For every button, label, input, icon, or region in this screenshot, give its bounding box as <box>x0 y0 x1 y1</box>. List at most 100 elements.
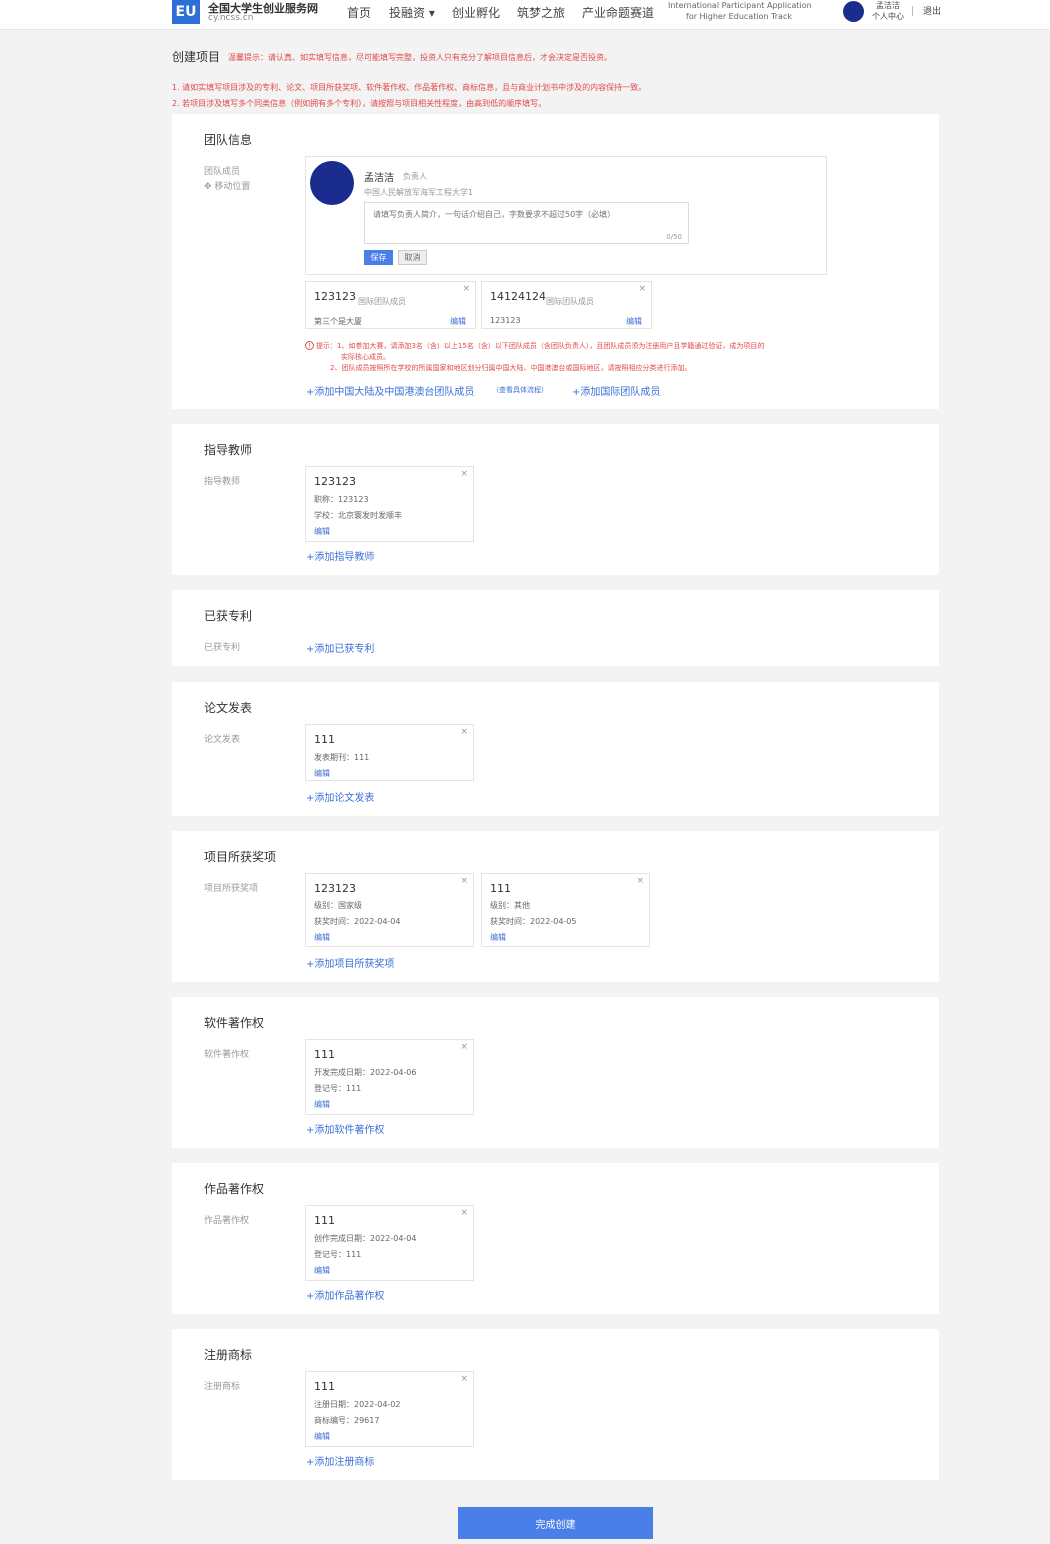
page-title: 创建项目 <box>172 50 221 64</box>
edit-link[interactable]: 编辑 <box>626 316 642 327</box>
software-card: × 111 开发完成日期：2022-04-06 登记号：111 编辑 <box>305 1039 474 1115</box>
software-copyright-section: 软件著作权 软件著作权 × 111 开发完成日期：2022-04-06 登记号：… <box>172 997 939 1148</box>
section-title: 注册商标 <box>204 1348 253 1362</box>
close-icon[interactable]: × <box>636 876 644 886</box>
intro-note-1: 1. 请如实填写项目涉及的专利、论文、项目所获奖项、软件著作权、作品著作权、商标… <box>172 83 647 92</box>
add-works-link[interactable]: +添加作品著作权 <box>306 1287 384 1302</box>
close-icon[interactable]: × <box>460 1042 468 1052</box>
close-icon[interactable]: × <box>460 469 468 479</box>
add-domestic-member-link[interactable]: +添加中国大陆及中国港澳台团队成员 <box>306 383 474 398</box>
edit-link[interactable]: 编辑 <box>314 1265 330 1276</box>
leader-name: 孟洁洁 <box>364 173 394 184</box>
trademark-section: 注册商标 注册商标 × 111 注册日期：2022-04-02 商标编号：296… <box>172 1329 939 1480</box>
award-section: 项目所获奖项 项目所获奖项 × 123123 级别：国家级 获奖时间：2022-… <box>172 831 939 982</box>
paper-card: × 111 发表期刊：111 编辑 <box>305 724 474 781</box>
member-name: 14124124 <box>490 290 546 303</box>
member-sub: 123123 <box>490 316 521 325</box>
nav-investment[interactable]: 投融资 ▾ <box>389 4 435 21</box>
add-advisor-link[interactable]: +添加指导教师 <box>306 548 374 563</box>
nav-industry-track[interactable]: 产业命题赛道 <box>582 4 654 21</box>
add-trademark-link[interactable]: +添加注册商标 <box>306 1453 374 1468</box>
close-icon[interactable]: × <box>462 284 470 294</box>
member-role: 国际团队成员 <box>358 297 406 306</box>
edit-link[interactable]: 编辑 <box>450 316 466 327</box>
nav-dream-journey[interactable]: 筑梦之旅 <box>517 4 565 21</box>
team-hint: ! 提示：1、如参加大赛，请添加3名（含）以上15名（含）以下团队成员（含团队负责… <box>305 341 764 374</box>
add-patent-link[interactable]: +添加已获专利 <box>306 640 374 655</box>
intro-note-2: 2. 若项目涉及填写多个同类信息（例如拥有多个专利），请按照与项目相关性程度，由… <box>172 99 547 108</box>
card-line: 学校：北京寰发时发顺丰 <box>314 511 402 520</box>
edit-link[interactable]: 编辑 <box>314 932 330 943</box>
card-line: 发表期刊：111 <box>314 753 370 762</box>
user-center-link[interactable]: 个人中心 <box>872 11 904 22</box>
section-title: 论文发表 <box>204 701 253 715</box>
edit-link[interactable]: 编辑 <box>314 526 330 537</box>
intl-track-line1: International Participant Application <box>668 1 812 10</box>
nav-incubation[interactable]: 创业孵化 <box>452 4 500 21</box>
field-label: 作品著作权 <box>204 1216 250 1226</box>
leader-avatar <box>310 161 354 205</box>
close-icon[interactable]: × <box>460 1374 468 1384</box>
field-label: 论文发表 <box>204 735 241 745</box>
card-title: 111 <box>314 1048 335 1061</box>
add-award-link[interactable]: +添加项目所获奖项 <box>306 955 394 970</box>
top-navigation-bar: EU 全国大学生创业服务网 cy.ncss.cn 首页 投融资 ▾ 创业孵化 筑… <box>0 0 1050 30</box>
cancel-button[interactable]: 取消 <box>398 250 427 265</box>
complete-create-button[interactable]: 完成创建 <box>458 1507 653 1539</box>
edit-link[interactable]: 编辑 <box>490 932 506 943</box>
close-icon[interactable]: × <box>460 876 468 886</box>
award-card: × 123123 级别：国家级 获奖时间：2022-04-04 编辑 <box>305 873 474 947</box>
leader-school: 中国人民解放军海军工程大学1 <box>364 188 474 197</box>
field-label: 注册商标 <box>204 1382 241 1392</box>
card-line: 获奖时间：2022-04-04 <box>314 917 401 926</box>
field-label: 已获专利 <box>204 643 241 653</box>
card-title: 123123 <box>314 882 356 895</box>
member-card: × 123123 国际团队成员 第三个是大厦 编辑 <box>305 281 476 329</box>
user-avatar[interactable] <box>843 1 864 22</box>
hint-line-1b: 实际核心成员。 <box>341 353 390 361</box>
field-label: 软件著作权 <box>204 1050 250 1060</box>
leader-intro-textarea[interactable] <box>365 203 688 243</box>
nav-home[interactable]: 首页 <box>347 4 371 21</box>
section-title: 作品著作权 <box>204 1182 265 1196</box>
leader-intro-field[interactable]: 0/50 <box>364 202 689 244</box>
header-divider <box>912 6 913 16</box>
member-sub: 第三个是大厦 <box>314 317 362 326</box>
card-line: 级别：其他 <box>490 901 530 910</box>
warning-icon: ! <box>305 341 314 350</box>
edit-link[interactable]: 编辑 <box>314 768 330 779</box>
leader-role: 负责人 <box>403 172 427 181</box>
site-logo[interactable]: EU <box>172 0 200 24</box>
edit-link[interactable]: 编辑 <box>314 1099 330 1110</box>
add-software-link[interactable]: +添加软件著作权 <box>306 1121 384 1136</box>
patent-section: 已获专利 已获专利 +添加已获专利 <box>172 590 939 666</box>
char-count: 0/50 <box>666 233 682 241</box>
logout-link[interactable]: 退出 <box>923 4 941 17</box>
section-title: 团队信息 <box>204 133 253 147</box>
close-icon[interactable]: × <box>460 727 468 737</box>
user-menu[interactable]: 孟洁洁 个人中心 <box>872 0 904 22</box>
add-paper-link[interactable]: +添加论文发表 <box>306 789 374 804</box>
card-line: 登记号：111 <box>314 1084 362 1093</box>
section-title: 项目所获奖项 <box>204 850 277 864</box>
move-position-handle[interactable]: ✥ 移动位置 <box>204 179 250 192</box>
intl-track-line2: for Higher Education Track <box>686 12 792 21</box>
close-icon[interactable]: × <box>460 1208 468 1218</box>
works-copyright-section: 作品著作权 作品著作权 × 111 创作完成日期：2022-04-04 登记号：… <box>172 1163 939 1314</box>
field-label: 指导教师 <box>204 477 241 487</box>
nav-international-track[interactable]: International Participant Application fo… <box>668 0 812 22</box>
section-title: 软件著作权 <box>204 1016 265 1030</box>
works-card: × 111 创作完成日期：2022-04-04 登记号：111 编辑 <box>305 1205 474 1281</box>
card-title: 111 <box>490 882 511 895</box>
field-label: 团队成员 <box>204 167 241 177</box>
card-title: 123123 <box>314 475 356 488</box>
member-role: 国际团队成员 <box>546 297 594 306</box>
close-icon[interactable]: × <box>638 284 646 294</box>
add-international-member-link[interactable]: +添加国际团队成员 <box>572 383 660 398</box>
section-title: 已获专利 <box>204 609 253 623</box>
card-line: 登记号：111 <box>314 1250 362 1259</box>
edit-link[interactable]: 编辑 <box>314 1431 330 1442</box>
save-button[interactable]: 保存 <box>364 250 393 265</box>
card-title: 111 <box>314 733 335 746</box>
view-process-link[interactable]: （查看具体流程） <box>492 385 548 395</box>
